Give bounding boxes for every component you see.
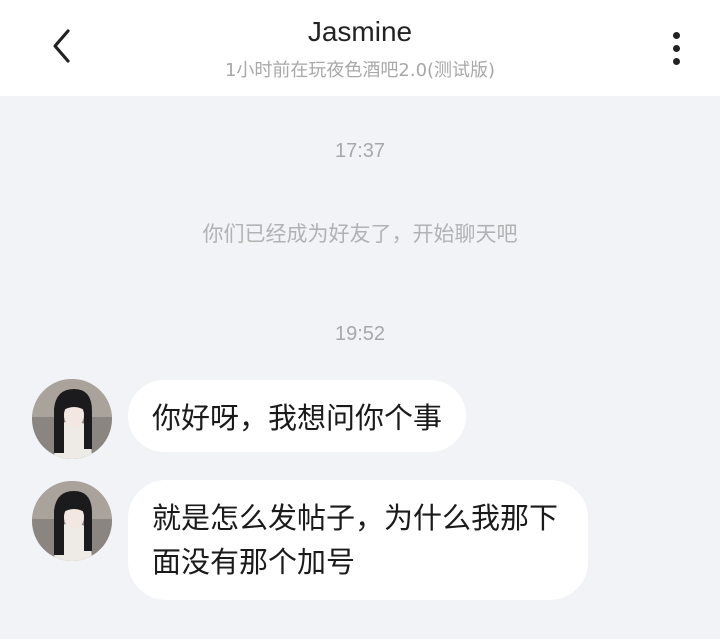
message-text: 你好呀，我想问你个事 — [152, 401, 443, 435]
avatar[interactable] — [32, 481, 112, 561]
avatar-image — [32, 481, 112, 561]
avatar-image — [32, 379, 112, 459]
vertical-dots-icon — [672, 57, 680, 65]
timestamp: 19:52 — [334, 323, 386, 345]
message-text: 就是怎么发帖子，为什么我那下面没有那个加号 — [152, 501, 559, 579]
message-bubble[interactable]: 就是怎么发帖子，为什么我那下面没有那个加号 — [128, 480, 588, 600]
timestamp: 17:37 — [334, 140, 386, 162]
system-message: 你们已经成为好友了，开始聊天吧 — [202, 222, 518, 246]
avatar[interactable] — [32, 379, 112, 459]
vertical-dots-icon — [672, 31, 680, 39]
vertical-dots-icon — [672, 44, 680, 52]
chat-header: Jasmine 1小时前在玩夜色酒吧2.0(测试版) — [0, 0, 720, 96]
message-bubble[interactable]: 你好呀，我想问你个事 — [128, 380, 467, 452]
contact-status: 1小时前在玩夜色酒吧2.0(测试版) — [224, 60, 496, 81]
more-options-button[interactable] — [656, 24, 696, 72]
contact-name: Jasmine — [307, 16, 413, 47]
